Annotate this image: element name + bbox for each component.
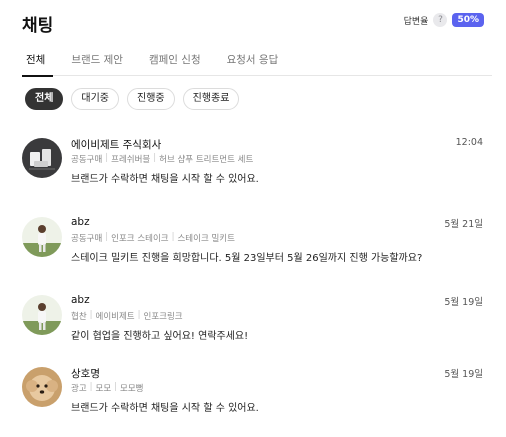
- page-title: 채팅: [22, 16, 54, 36]
- chat-sender-name: abz: [71, 216, 90, 228]
- chat-tag: 공동구매: [71, 234, 103, 244]
- chat-tag: 인포크 스테이크: [111, 234, 169, 244]
- product-avatar: [22, 138, 62, 178]
- tab-brand-proposal[interactable]: 브랜드 제안: [63, 52, 131, 76]
- chat-sender-name: abz: [71, 294, 90, 306]
- chat-tags: 협찬 | 에이비제트 | 인포크링크: [71, 310, 183, 322]
- chat-tag: 협찬: [71, 312, 87, 322]
- golfer-avatar: [22, 217, 62, 257]
- status-filters: 전체 대기중 진행중 진행종료: [25, 88, 240, 110]
- reply-rate-badge: 50%: [452, 13, 484, 27]
- help-icon[interactable]: ?: [433, 13, 448, 27]
- chat-tags: 공동구매 | 인포크 스테이크 | 스테이크 밀키트: [71, 232, 235, 244]
- reply-rate: 답변율 ? 50%: [404, 13, 484, 27]
- reply-rate-label: 답변율: [403, 16, 429, 27]
- filter-chip-in-progress[interactable]: 진행중: [127, 88, 175, 110]
- chat-last-message: 스테이크 밀키트 진행을 희망합니다. 5월 23일부터 5월 26일까지 진행…: [71, 253, 423, 264]
- chat-tag: 프레쉬버블: [111, 155, 151, 165]
- chat-tag: 스테이크 밀키트: [177, 234, 235, 244]
- filter-chip-all[interactable]: 전체: [25, 88, 64, 110]
- chat-tag: 에이비제트: [95, 312, 135, 322]
- dog-avatar: [22, 367, 62, 407]
- chat-tag: 인포크링크: [143, 312, 183, 322]
- chat-timestamp: 12:04: [455, 137, 483, 148]
- chat-sender-name: 상호명: [71, 368, 100, 380]
- tab-request-response[interactable]: 요청서 응답: [219, 52, 287, 76]
- header: 채팅 답변율 ? 50%: [22, 10, 484, 36]
- chat-tag: 광고: [71, 384, 87, 394]
- chat-tag: 모모뻥: [120, 384, 144, 394]
- chat-tags: 공동구매 | 프레쉬버블 | 허브 샴푸 트리트먼트 세트: [71, 153, 254, 165]
- chat-sender-name: 에이비제트 주식회사: [71, 139, 162, 151]
- chat-timestamp: 5월 21일: [444, 219, 483, 230]
- golfer-avatar: [22, 295, 62, 335]
- chat-list-item[interactable]: abz 5월 19일 협찬 | 에이비제트 | 인포크링크 같이 협업을 진행하고 …: [0, 287, 506, 351]
- tab-all[interactable]: 전체: [22, 52, 54, 77]
- chat-tag: 공동구매: [71, 155, 103, 165]
- chat-last-message: 브랜드가 수락하면 채팅을 시작 할 수 있어요.: [71, 403, 259, 414]
- chat-last-message: 같이 협업을 진행하고 싶어요! 연락주세요!: [71, 331, 249, 342]
- chat-timestamp: 5월 19일: [444, 369, 483, 380]
- tab-bar: 전체 브랜드 제안 캠페인 신청 요청서 응답: [22, 52, 492, 77]
- filter-chip-ended[interactable]: 진행종료: [182, 88, 240, 110]
- chat-tag: 모모: [95, 384, 112, 394]
- chat-list-item[interactable]: abz 5월 21일 공동구매 | 인포크 스테이크 | 스테이크 밀키트 스테이크…: [0, 209, 506, 273]
- filter-chip-waiting[interactable]: 대기중: [71, 88, 120, 110]
- tab-campaign-apply[interactable]: 캠페인 신청: [141, 52, 209, 76]
- chat-tags: 광고 | 모모 | 모모뻥: [71, 382, 144, 394]
- chat-list-item[interactable]: 상호명 5월 19일 광고 | 모모 | 모모뻥 브랜드가 수락하면 채팅을 시작 …: [0, 359, 506, 423]
- chat-tag: 허브 샴푸 트리트먼트 세트: [159, 155, 254, 165]
- chat-list-item[interactable]: 에이비제트 주식회사 12:04 공동구매 | 프레쉬버블 | 허브 샴푸 트리트먼…: [0, 130, 506, 194]
- chat-last-message: 브랜드가 수락하면 채팅을 시작 할 수 있어요.: [71, 174, 259, 185]
- chat-timestamp: 5월 19일: [444, 297, 483, 308]
